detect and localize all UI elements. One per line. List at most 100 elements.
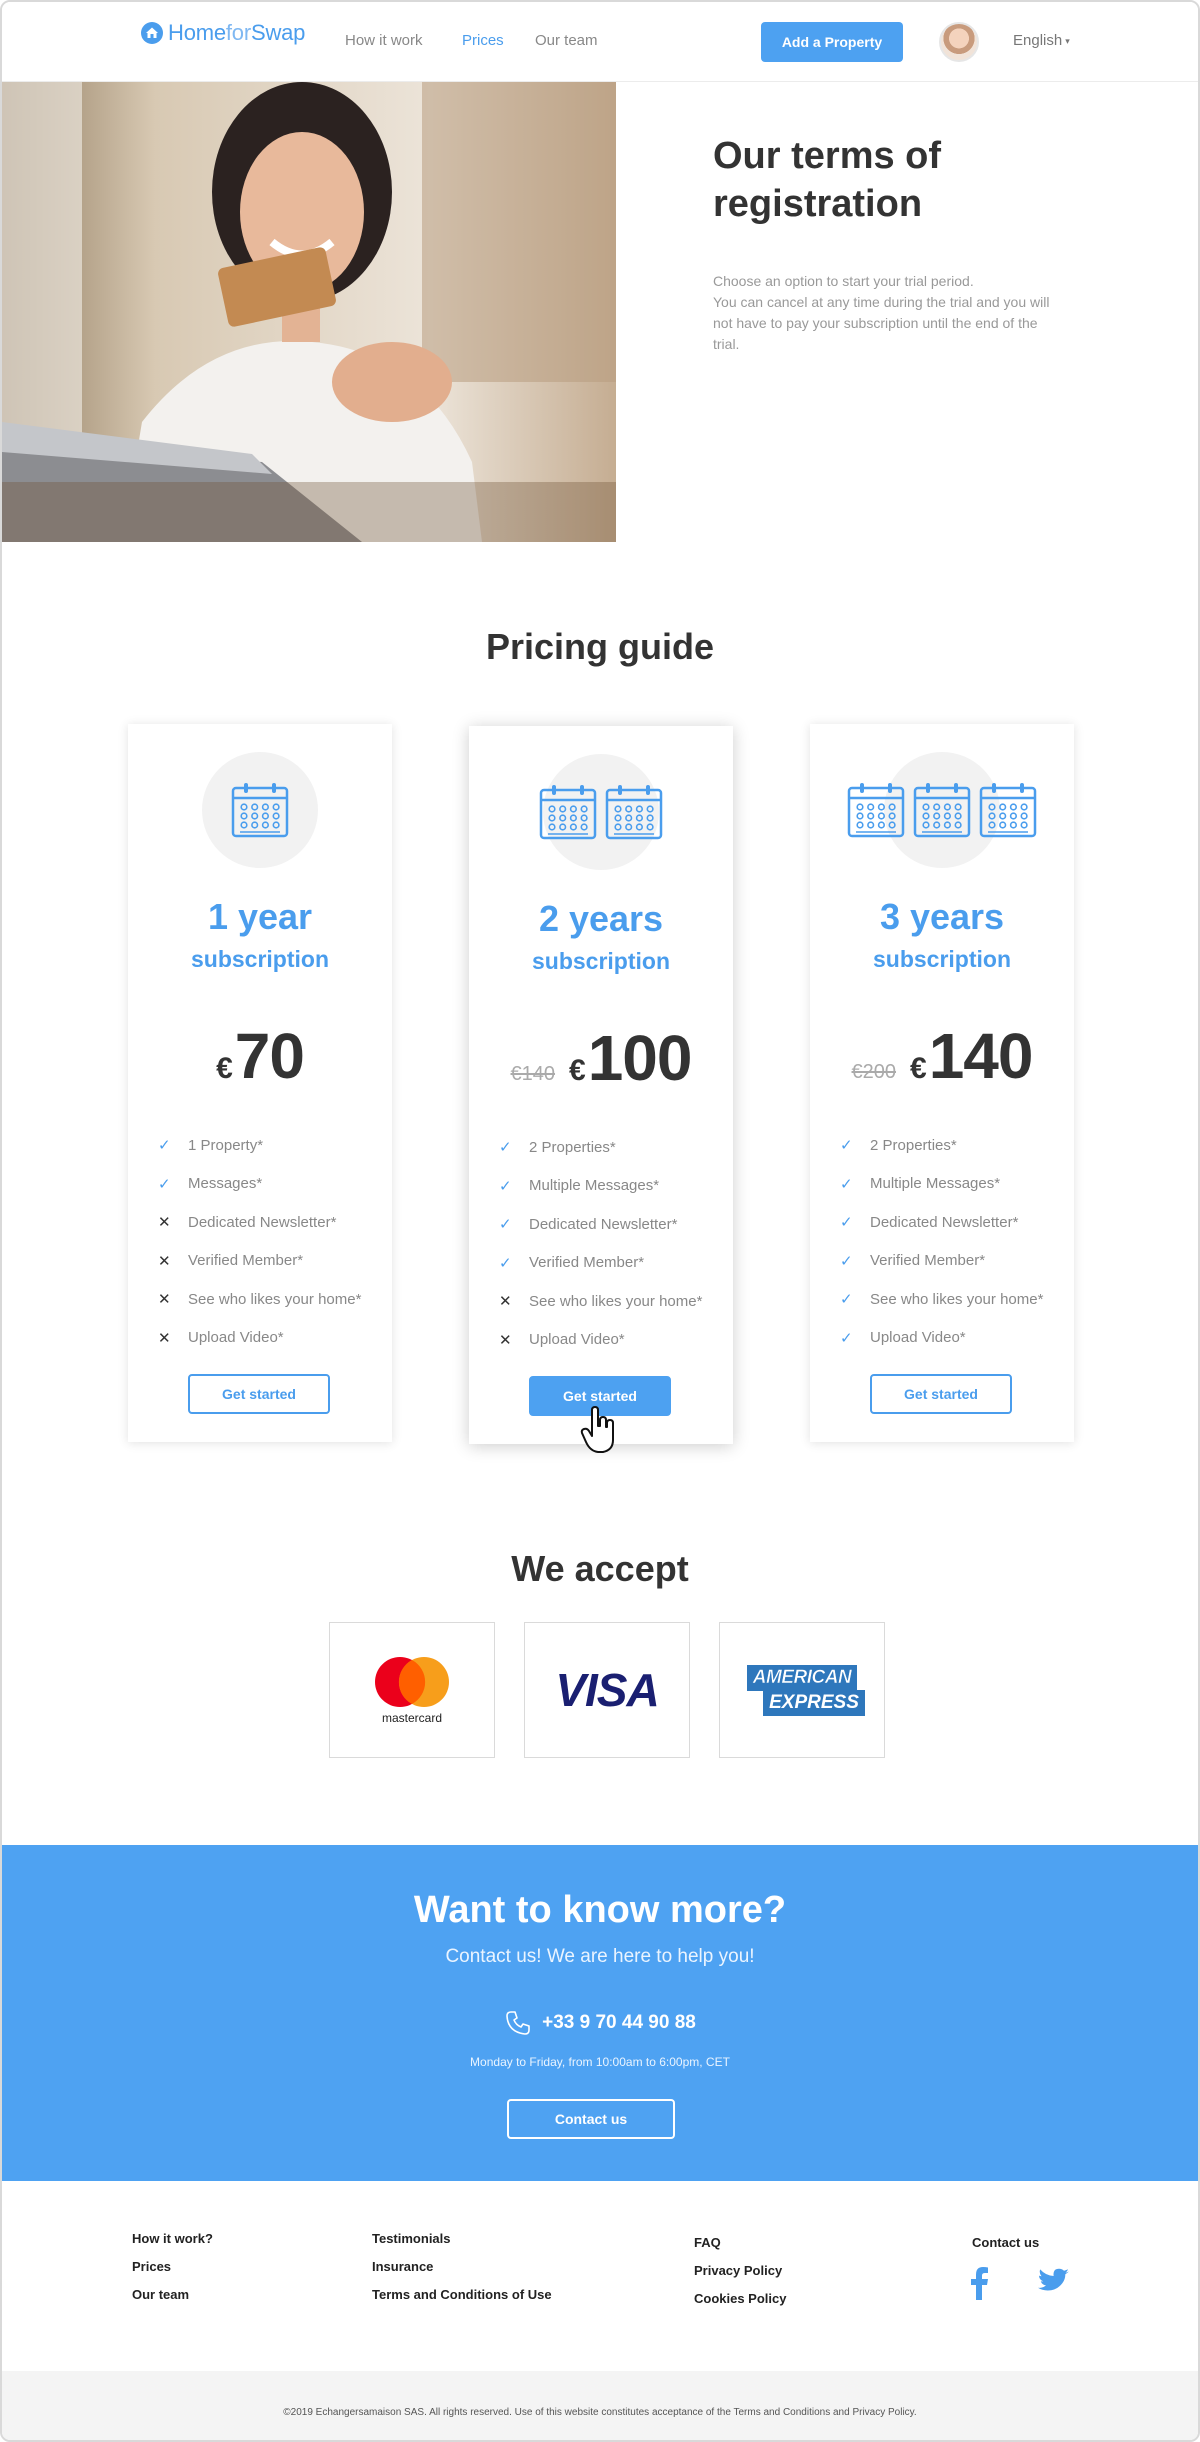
footer-link-testimonials[interactable]: Testimonials <box>372 2231 451 2246</box>
feature-list: ✓ 1 Property* ✓ Messages* ✕ Dedicated Newslet… <box>158 1126 388 1357</box>
calendar-icon <box>230 780 290 845</box>
check-icon: ✓ <box>158 1175 171 1193</box>
footer-link-insurance[interactable]: Insurance <box>372 2259 433 2274</box>
feature-item: ✕ See who likes your home* <box>499 1282 729 1321</box>
contact-phone[interactable]: +33 9 70 44 90 88 <box>2 2009 1198 2037</box>
avatar[interactable] <box>939 22 979 62</box>
footer-contact-us[interactable]: Contact us <box>972 2235 1039 2250</box>
cross-icon: ✕ <box>158 1291 171 1309</box>
twitter-icon[interactable] <box>1038 2268 1070 2296</box>
calendar-icon <box>846 780 906 845</box>
mastercard-logo: mastercard <box>329 1622 495 1758</box>
check-icon: ✓ <box>840 1214 853 1232</box>
get-started-button[interactable]: Get started <box>870 1374 1012 1414</box>
amex-line2: EXPRESS <box>763 1689 865 1716</box>
footer-bottom-bar: ©2019 Echangersamaison SAS. All rights r… <box>2 2371 1198 2440</box>
home-logo-icon <box>141 22 163 44</box>
caret-down-icon: ▾ <box>1065 35 1070 46</box>
feature-item: ✓ See who likes your home* <box>840 1280 1070 1319</box>
logo[interactable]: HomeforSwap <box>140 20 305 46</box>
plan-duration: 2 years <box>538 898 664 939</box>
feature-label: Dedicated Newsletter* <box>870 1213 1019 1231</box>
contact-title: Want to know more? <box>413 1889 787 1931</box>
feature-label: 2 Properties* <box>529 1138 616 1156</box>
feature-label: 2 Properties* <box>870 1136 957 1154</box>
get-started-button[interactable]: Get started <box>188 1374 330 1414</box>
calendar-badge <box>810 752 1074 872</box>
feature-list: ✓ 2 Properties* ✓ Multiple Messages* ✓ Dedica… <box>840 1126 1070 1357</box>
feature-item: ✓ 2 Properties* <box>840 1126 1070 1165</box>
check-icon: ✓ <box>499 1216 512 1234</box>
feature-label: Upload Video* <box>529 1331 625 1349</box>
footer-link-privacy[interactable]: Privacy Policy <box>694 2263 782 2278</box>
check-icon: ✓ <box>499 1254 512 1272</box>
cross-icon: ✕ <box>499 1331 512 1349</box>
phone-icon <box>506 2011 530 2035</box>
facebook-icon[interactable] <box>968 2266 992 2300</box>
nav-how-it-work[interactable]: How it work <box>345 32 423 49</box>
feature-item: ✓ Multiple Messages* <box>499 1167 729 1206</box>
visa-text: VISA <box>555 1664 659 1716</box>
old-price: €140 <box>510 1063 556 1085</box>
feature-label: Verified Member* <box>188 1252 304 1270</box>
cross-icon: ✕ <box>158 1252 171 1270</box>
hero-image <box>2 82 616 542</box>
feature-item: ✕ See who likes your home* <box>158 1280 388 1319</box>
check-icon: ✓ <box>840 1291 853 1309</box>
feature-item: ✓ Verified Member* <box>499 1244 729 1283</box>
currency: € <box>216 1052 233 1085</box>
plan-duration: 3 years <box>879 896 1005 937</box>
check-icon: ✓ <box>499 1139 512 1157</box>
add-property-button[interactable]: Add a Property <box>761 22 903 62</box>
plan-duration: 1 year <box>207 896 313 937</box>
feature-item: ✓ 2 Properties* <box>499 1128 729 1167</box>
contact-us-button[interactable]: Contact us <box>507 2099 675 2139</box>
contact-hours: Monday to Friday, from 10:00am to 6:00pm… <box>470 2055 730 2069</box>
currency: € <box>569 1054 586 1087</box>
footer-link-how-it-work[interactable]: How it work? <box>132 2231 213 2246</box>
cross-icon: ✕ <box>499 1293 512 1311</box>
nav-our-team[interactable]: Our team <box>535 32 598 49</box>
calendar-icon <box>538 782 598 847</box>
check-icon: ✓ <box>840 1175 853 1193</box>
feature-label: Dedicated Newsletter* <box>188 1213 337 1231</box>
payment-title: We accept <box>511 1548 689 1589</box>
feature-list: ✓ 2 Properties* ✓ Multiple Messages* ✓ Dedica… <box>499 1128 729 1359</box>
plan-subtitle: subscription <box>531 948 670 974</box>
feature-label: Multiple Messages* <box>529 1177 660 1195</box>
check-icon: ✓ <box>840 1252 853 1270</box>
price: €140 € 100 <box>469 1021 733 1095</box>
feature-item: ✕ Upload Video* <box>158 1319 388 1358</box>
feature-item: ✕ Upload Video* <box>499 1321 729 1360</box>
feature-item: ✓ Multiple Messages* <box>840 1165 1070 1204</box>
footer-link-our-team[interactable]: Our team <box>132 2287 189 2302</box>
footer-link-cookies[interactable]: Cookies Policy <box>694 2291 786 2306</box>
price: €200 € 140 <box>810 1019 1074 1093</box>
feature-label: See who likes your home* <box>529 1292 703 1310</box>
price: € 70 <box>128 1019 392 1093</box>
nav-prices[interactable]: Prices <box>462 32 504 49</box>
check-icon: ✓ <box>158 1137 171 1155</box>
woman-with-card-photo <box>2 82 616 542</box>
page-title: Our terms of registration <box>713 135 942 225</box>
pricing-card: 1 year subscription € 70 ✓ 1 Property* ✓ Me… <box>128 724 392 1442</box>
footer-link-terms[interactable]: Terms and Conditions of Use <box>372 2287 552 2302</box>
language-selector[interactable]: English ▾ <box>1013 32 1070 49</box>
footer-link-faq[interactable]: FAQ <box>694 2235 721 2250</box>
feature-label: Multiple Messages* <box>870 1175 1001 1193</box>
feature-item: ✓ Upload Video* <box>840 1319 1070 1358</box>
amex-line1: AMERICAN <box>746 1664 858 1691</box>
feature-item: ✕ Verified Member* <box>158 1242 388 1281</box>
cross-icon: ✕ <box>158 1329 171 1347</box>
feature-label: Upload Video* <box>188 1329 284 1347</box>
footer-link-prices[interactable]: Prices <box>132 2259 171 2274</box>
feature-item: ✕ Dedicated Newsletter* <box>158 1203 388 1242</box>
amex-logo: AMERICAN EXPRESS <box>719 1622 885 1758</box>
logo-text: HomeforSwap <box>168 20 306 45</box>
calendar-icon <box>978 780 1038 845</box>
calendar-badge <box>469 754 733 874</box>
feature-label: Messages* <box>188 1175 263 1193</box>
calendar-badge <box>128 752 392 872</box>
pricing-card: 2 years subscription €140 € 100 ✓ 2 Prope… <box>469 726 733 1444</box>
feature-label: See who likes your home* <box>188 1290 362 1308</box>
